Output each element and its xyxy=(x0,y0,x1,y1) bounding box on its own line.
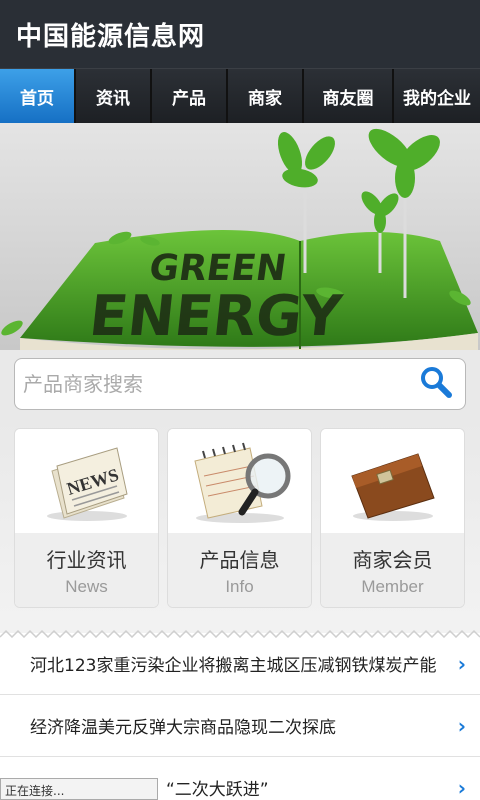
card-product-info[interactable]: 产品信息 Info xyxy=(167,428,312,608)
card-subtitle: Member xyxy=(361,576,424,596)
news-title: 经济降温美元反弹大宗商品隐现二次探底 xyxy=(30,718,336,738)
chevron-right-icon: › xyxy=(457,713,466,738)
news-title: 河北123家重污染企业将搬离主城区压减钢铁煤炭产能 xyxy=(30,656,437,676)
search-icon[interactable] xyxy=(419,365,453,403)
nav-item-home[interactable]: 首页 xyxy=(0,69,76,123)
search-box[interactable] xyxy=(14,358,466,410)
news-title: “二次大跃进” xyxy=(166,780,269,800)
card-title: 产品信息 xyxy=(199,547,280,572)
search-area xyxy=(0,350,480,420)
green-energy-illustration: GREEN ENERGY xyxy=(0,123,480,350)
news-item[interactable]: 经济降温美元反弹大宗商品隐现二次探底 › xyxy=(0,695,480,757)
news-item[interactable]: 河北123家重污染企业将搬离主城区压减钢铁煤炭产能 › xyxy=(0,633,480,695)
newspaper-icon: NEWS xyxy=(15,429,158,533)
main-nav: 首页 资讯 产品 商家 商友圈 我的企业 xyxy=(0,68,480,123)
loading-status: 正在连接... xyxy=(0,778,158,800)
nav-item-friends[interactable]: 商友圈 xyxy=(304,69,394,123)
hero-banner[interactable]: GREEN ENERGY xyxy=(0,123,480,350)
card-industry-news[interactable]: NEWS 行业资讯 News xyxy=(14,428,159,608)
briefcase-icon xyxy=(321,429,464,533)
card-subtitle: Info xyxy=(225,576,254,596)
search-input[interactable] xyxy=(23,372,419,396)
app-header: 中国能源信息网 xyxy=(0,0,480,68)
notepad-magnifier-icon xyxy=(168,429,311,533)
banner-text-green: GREEN xyxy=(147,246,290,289)
chevron-right-icon: › xyxy=(457,775,466,800)
card-subtitle: News xyxy=(65,576,108,596)
nav-item-my-company[interactable]: 我的企业 xyxy=(394,69,480,123)
zigzag-divider xyxy=(0,623,480,639)
category-cards: NEWS 行业资讯 News 产品信息 Info 商家会员 Member xyxy=(0,420,480,623)
nav-item-merchants[interactable]: 商家 xyxy=(228,69,304,123)
card-merchant-member[interactable]: 商家会员 Member xyxy=(320,428,465,608)
card-title: 商家会员 xyxy=(352,547,433,572)
site-title: 中国能源信息网 xyxy=(16,21,206,52)
nav-item-news[interactable]: 资讯 xyxy=(76,69,152,123)
card-title: 行业资讯 xyxy=(46,547,127,572)
news-list: 河北123家重污染企业将搬离主城区压减钢铁煤炭产能 › 经济降温美元反弹大宗商品… xyxy=(0,633,480,800)
nav-item-products[interactable]: 产品 xyxy=(152,69,228,123)
chevron-right-icon: › xyxy=(457,651,466,676)
banner-text-energy: ENERGY xyxy=(86,284,346,349)
